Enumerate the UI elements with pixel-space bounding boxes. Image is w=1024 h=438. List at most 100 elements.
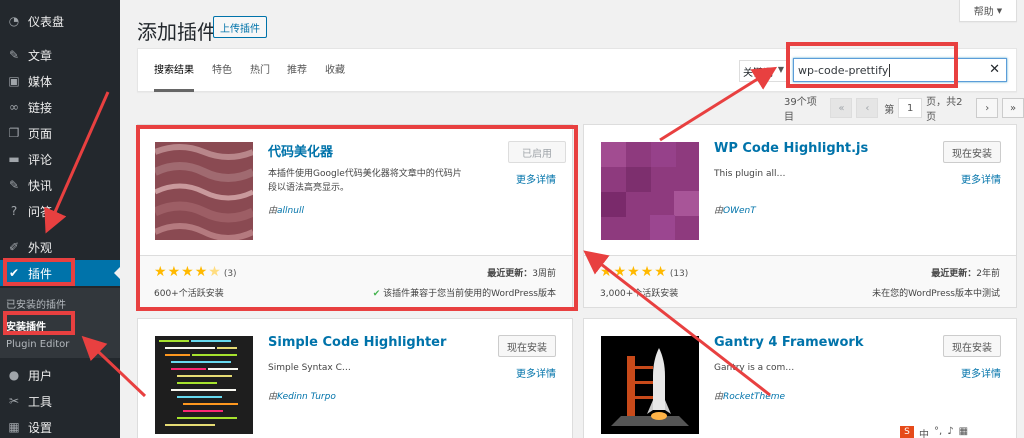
tab-favorites[interactable]: 收藏 (325, 61, 345, 76)
compatibility: 未在您的WordPress版本中测试 (872, 289, 1000, 299)
pagination: 39个项目 « ‹ 第 1 页，共2页 › » (784, 97, 1024, 123)
microphone-icon: ♪ (947, 426, 954, 437)
upload-plugin-button[interactable]: 上传插件 (213, 16, 267, 38)
active-installs: 3,000+个活跃安装 (600, 289, 679, 299)
tab-featured[interactable]: 特色 (212, 61, 232, 76)
submenu-installed-plugins[interactable]: 已安装的插件 (6, 296, 66, 311)
menu-newsflash[interactable]: ✎ 快讯 (0, 172, 120, 198)
media-icon: ▣ (8, 74, 20, 88)
author-prefix: 由 (268, 392, 278, 402)
author-link[interactable]: Kedinn Turpo (277, 392, 336, 402)
plugin-description: Gantry is a com… (714, 363, 795, 373)
keyboard-icon: ▦ (958, 426, 969, 437)
plugin-name[interactable]: Simple Code Highlighter (268, 335, 446, 350)
last-updated: 最近更新：2年前 (931, 266, 1000, 279)
install-now-button[interactable]: 现在安装 (943, 335, 1001, 357)
pin-icon: ✎ (8, 48, 20, 62)
menu-label: 文章 (28, 48, 53, 63)
brush-icon: ✐ (8, 240, 20, 254)
plugin-author: 由RocketTheme (714, 389, 785, 402)
help-label: 帮助 (973, 7, 994, 18)
prev-page-button[interactable]: ‹ (856, 98, 879, 118)
last-updated-value: 2年前 (976, 269, 1000, 279)
more-details-link[interactable]: 更多详情 (961, 365, 1001, 380)
page-title: 添加插件 (137, 20, 217, 44)
pin-icon: ✎ (8, 178, 20, 192)
plugin-name[interactable]: WP Code Highlight.js (714, 141, 868, 156)
plugin-description: Simple Syntax C… (268, 363, 351, 373)
plugin-thumbnail (155, 336, 253, 434)
install-now-button[interactable]: 现在安装 (498, 335, 556, 357)
plugin-name[interactable]: Gantry 4 Framework (714, 335, 864, 350)
star-rating: ★★★★★ (13) (600, 264, 688, 280)
caret-down-icon: ▼ (996, 6, 1003, 15)
plugin-card-footer: ★★★★★ (13) 3,000+个活跃安装 最近更新：2年前 未在您的WordP… (584, 255, 1016, 307)
next-page-button[interactable]: › (976, 98, 999, 118)
author-link[interactable]: RocketTheme (723, 392, 785, 402)
menu-links[interactable]: ∞ 链接 (0, 94, 120, 120)
dashboard-icon: ◔ (8, 14, 20, 28)
help-button[interactable]: 帮助 ▼ (959, 0, 1017, 22)
menu-label: 链接 (28, 100, 53, 115)
wrench-icon: ✂ (8, 394, 20, 408)
sogou-ime-icon[interactable]: S (900, 426, 914, 438)
install-now-button[interactable]: 现在安装 (943, 141, 1001, 163)
star-icon: ★ (613, 264, 628, 280)
star-icon: ★ (627, 264, 641, 280)
menu-label: 页面 (28, 126, 53, 141)
menu-qa[interactable]: ? 问答 (0, 198, 120, 224)
author-prefix: 由 (714, 206, 724, 216)
first-page-button[interactable]: « (830, 98, 853, 118)
page-prefix: 第 (884, 104, 895, 116)
question-icon: ? (10, 204, 18, 218)
last-page-button[interactable]: » (1002, 98, 1024, 118)
menu-settings[interactable]: ▦ 设置 (0, 414, 120, 438)
current-page-input[interactable]: 1 (898, 98, 923, 118)
item-count: 39个项目 (784, 97, 817, 123)
search-type-value: 关键词 (743, 67, 773, 79)
link-icon: ∞ (9, 100, 19, 114)
menu-label: 设置 (28, 420, 53, 435)
menu-posts[interactable]: ✎ 文章 (0, 42, 120, 68)
tab-recommended[interactable]: 推荐 (287, 61, 307, 76)
plugin-thumbnail (601, 336, 699, 434)
menu-label: 媒体 (28, 74, 53, 89)
highlight-box-plugins-menu (3, 258, 75, 286)
last-updated-label: 最近更新： (931, 269, 977, 279)
search-type-select[interactable]: 关键词 ▼ (739, 60, 789, 82)
submenu-plugin-editor[interactable]: Plugin Editor (6, 339, 69, 350)
plugin-card-gantry: Gantry 4 Framework Gantry is a com… 由Roc… (583, 318, 1017, 438)
author-link[interactable]: OWenT (723, 206, 756, 216)
menu-dashboard[interactable]: ◔ 仪表盘 (0, 8, 120, 34)
menu-label: 快讯 (28, 178, 53, 193)
menu-tools[interactable]: ✂ 工具 (0, 388, 120, 414)
plugin-thumbnail (601, 142, 699, 240)
star-icon: ★ (654, 264, 668, 280)
comment-icon: ▬ (8, 152, 20, 166)
menu-pages[interactable]: ❐ 页面 (0, 120, 120, 146)
star-icon: ★ (600, 264, 614, 280)
menu-users[interactable]: ● 用户 (0, 362, 120, 388)
menu-label: 问答 (28, 204, 53, 219)
tab-popular[interactable]: 热门 (250, 61, 270, 76)
more-details-link[interactable]: 更多详情 (516, 365, 556, 380)
settings-icon: ▦ (8, 420, 20, 434)
plugin-card-wp-code-highlight: WP Code Highlight.js This plugin all… 由O… (583, 124, 1017, 308)
ime-language[interactable]: 中 (919, 426, 929, 438)
rating-count: (13) (669, 269, 689, 279)
highlight-box-plugin-card (136, 125, 578, 311)
active-tab-indicator (154, 89, 194, 92)
plugin-card-simple-code-highlighter: Simple Code Highlighter Simple Syntax C…… (137, 318, 573, 438)
more-details-link[interactable]: 更多详情 (961, 171, 1001, 186)
star-icon: ★ (640, 264, 655, 280)
menu-label: 用户 (28, 368, 53, 383)
menu-appearance[interactable]: ✐ 外观 (0, 234, 120, 260)
caret-down-icon: ▼ (777, 65, 784, 74)
menu-media[interactable]: ▣ 媒体 (0, 68, 120, 94)
menu-label: 外观 (28, 240, 53, 255)
clear-icon[interactable]: ✕ (989, 62, 1000, 77)
tab-search-results[interactable]: 搜索结果 (154, 61, 194, 76)
plugin-description: This plugin all… (714, 169, 786, 179)
menu-comments[interactable]: ▬ 评论 (0, 146, 120, 172)
author-prefix: 由 (714, 392, 724, 402)
